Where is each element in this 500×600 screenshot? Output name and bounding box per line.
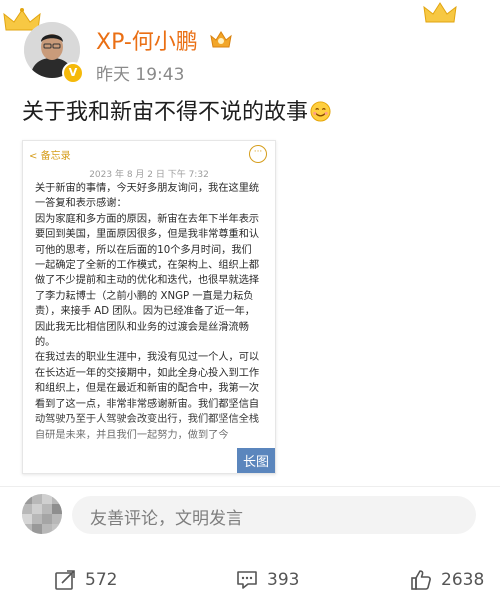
- divider: [0, 486, 500, 487]
- vip-level-icon[interactable]: [208, 28, 234, 50]
- post-text: 关于我和新宙不得不说的故事: [22, 94, 331, 126]
- share-icon: [55, 570, 75, 590]
- action-bar: 572 393 2638: [0, 562, 500, 598]
- memo-paragraph: 因为家庭和多方面的原因，新宙在去年下半年表示要回到美国，里面原因很多，但是我非常…: [35, 213, 260, 349]
- user-avatar[interactable]: V: [24, 22, 84, 84]
- comment-count: 393: [267, 570, 300, 590]
- like-button[interactable]: 2638: [410, 562, 484, 598]
- memo-back-label: 备忘录: [40, 151, 71, 162]
- post-time: 昨天 19:43: [96, 65, 185, 85]
- share-count: 572: [85, 570, 118, 590]
- thumbs-up-icon: [411, 570, 431, 590]
- comment-button[interactable]: 393: [236, 562, 299, 598]
- comment-input[interactable]: 友善评论，文明发言: [72, 496, 476, 534]
- more-icon: ···: [249, 145, 267, 163]
- like-count: 2638: [441, 570, 485, 590]
- comment-placeholder: 友善评论，文明发言: [90, 509, 243, 529]
- crown-decoration-icon: [423, 2, 457, 23]
- smile-emoji-icon: [310, 101, 331, 122]
- share-button[interactable]: 572: [54, 562, 117, 598]
- long-image-badge: 长图: [236, 448, 275, 473]
- memo-back-button: < 备忘录: [29, 147, 71, 162]
- memo-date: 2023 年 8 月 2 日 下午 7:32: [89, 170, 209, 180]
- post-text-content: 关于我和新宙不得不说的故事: [22, 100, 309, 125]
- memo-body: 关于新宙的事情，今天好多朋友询问，我在这里统一答复和表示感谢： 因为家庭和多方面…: [35, 181, 261, 443]
- chevron-left-icon: <: [29, 151, 38, 162]
- current-user-avatar: [22, 494, 62, 534]
- username[interactable]: XP-何小鹏: [96, 24, 198, 56]
- memo-paragraph: 关于新宙的事情，今天好多朋友询问，我在这里统一答复和表示感谢：: [35, 183, 260, 210]
- comment-icon: [237, 571, 257, 589]
- memo-image[interactable]: < 备忘录 ··· 2023 年 8 月 2 日 下午 7:32 关于新宙的事情…: [22, 140, 276, 474]
- verified-badge-icon: V: [62, 62, 84, 84]
